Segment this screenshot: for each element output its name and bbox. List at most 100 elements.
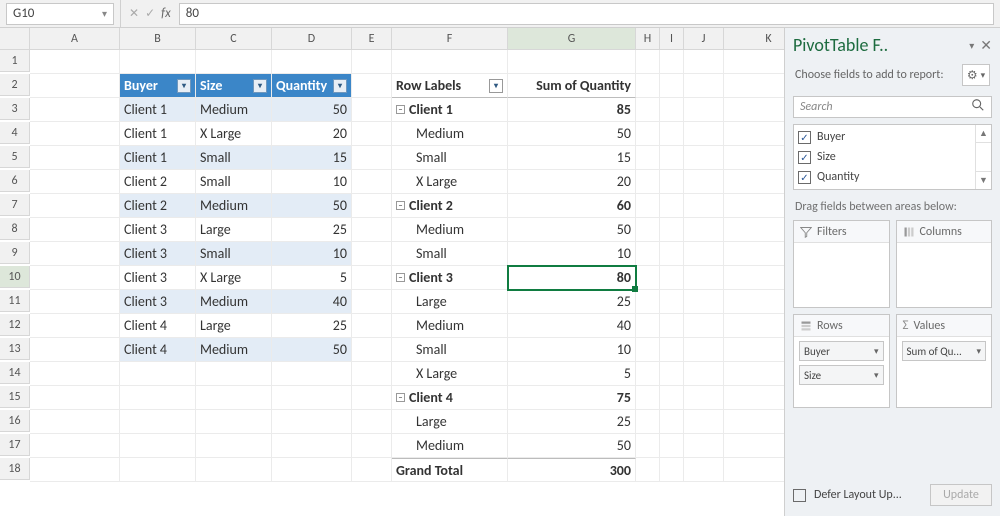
chevron-down-icon[interactable]: ▾ [874,346,879,357]
cell[interactable]: Client 3 [120,218,196,242]
cell[interactable] [272,50,352,74]
cell[interactable] [660,362,684,386]
cell[interactable]: 50 [508,122,636,146]
cell[interactable]: Buyer▾ [120,74,196,98]
cell[interactable] [660,242,684,266]
spreadsheet-grid[interactable]: ABCDEFGHIJKL12Buyer▾Size▾Quantity▾Row La… [0,28,784,516]
cell[interactable] [508,50,636,74]
cell[interactable] [352,314,392,338]
cell[interactable]: Medium [392,314,508,338]
cell[interactable] [30,122,120,146]
cell[interactable] [660,146,684,170]
cell[interactable]: −Client 3 [392,266,508,290]
cell[interactable]: 15 [508,146,636,170]
filter-dropdown-icon[interactable]: ▾ [177,79,191,93]
cell[interactable] [636,434,660,458]
cell[interactable]: −Client 1 [392,98,508,122]
column-header[interactable]: J [684,28,724,50]
cell[interactable] [196,410,272,434]
row-header[interactable]: 5 [0,146,30,168]
cell[interactable]: Medium [196,338,272,362]
cell[interactable]: 20 [508,170,636,194]
cell[interactable]: 50 [272,338,352,362]
cell[interactable]: Sum of Quantity [508,74,636,98]
cell[interactable]: X Large [196,266,272,290]
cell[interactable] [724,146,784,170]
cell[interactable] [660,50,684,74]
cell[interactable] [120,362,196,386]
cell[interactable] [196,362,272,386]
cell[interactable] [724,98,784,122]
cell[interactable]: Client 3 [120,242,196,266]
cell[interactable] [196,50,272,74]
cell[interactable] [30,170,120,194]
cell[interactable]: 50 [508,434,636,458]
cell[interactable]: Small [392,338,508,362]
panel-options-button[interactable]: ⚙ ▾ [962,64,990,86]
cell[interactable] [352,338,392,362]
column-header[interactable]: F [392,28,508,50]
fx-icon[interactable]: fx [161,6,171,21]
collapse-icon[interactable]: − [396,105,405,114]
cell[interactable] [352,194,392,218]
column-header[interactable]: E [352,28,392,50]
cell[interactable]: Medium [392,434,508,458]
column-header[interactable]: H [636,28,660,50]
cell[interactable]: X Large [392,362,508,386]
cell[interactable] [120,50,196,74]
cell[interactable]: X Large [392,170,508,194]
cell[interactable]: 10 [272,242,352,266]
row-header[interactable]: 6 [0,170,30,192]
row-header[interactable]: 14 [0,362,30,384]
cell[interactable] [272,410,352,434]
cell[interactable] [30,218,120,242]
area-values[interactable]: Σ Values Sum of Qu...▾ [896,314,993,408]
cell[interactable] [660,458,684,482]
cell[interactable] [724,362,784,386]
collapse-icon[interactable]: − [396,393,405,402]
area-rows[interactable]: Rows Buyer▾Size▾ [793,314,890,408]
cell[interactable] [724,242,784,266]
cell[interactable] [30,410,120,434]
cell[interactable] [636,362,660,386]
collapse-icon[interactable]: − [396,201,405,210]
cell[interactable]: Client 1 [120,122,196,146]
area-filters[interactable]: Filters [793,220,890,308]
cell[interactable] [636,146,660,170]
cell[interactable]: Medium [196,290,272,314]
field-checkbox[interactable]: ✓ [798,171,811,184]
column-header[interactable]: B [120,28,196,50]
cell[interactable]: 50 [272,194,352,218]
cell[interactable] [30,314,120,338]
cell[interactable]: 10 [508,338,636,362]
row-header[interactable]: 18 [0,458,30,480]
cell[interactable]: Quantity▾ [272,74,352,98]
cell[interactable] [660,170,684,194]
cell[interactable]: Row Labels▾ [392,74,508,98]
cell[interactable]: Small [392,242,508,266]
field-pill[interactable]: Size▾ [799,365,884,385]
cell[interactable] [724,314,784,338]
cell[interactable] [724,194,784,218]
cell[interactable] [352,98,392,122]
cancel-icon[interactable]: ✕ [129,6,139,21]
name-box[interactable]: G10 ▾ [6,3,114,25]
row-header[interactable]: 11 [0,290,30,312]
cell[interactable] [684,290,724,314]
cell[interactable] [30,290,120,314]
cell[interactable]: 10 [508,242,636,266]
cell[interactable]: 15 [272,146,352,170]
cell[interactable] [636,122,660,146]
row-header[interactable]: 7 [0,194,30,216]
cell[interactable]: 300 [508,458,636,482]
field-list-scrollbar[interactable]: ▲ ▼ [975,125,991,189]
cell[interactable]: 40 [508,314,636,338]
cell[interactable] [660,410,684,434]
cell[interactable] [30,146,120,170]
cell[interactable] [684,74,724,98]
column-header[interactable]: C [196,28,272,50]
cell[interactable] [272,434,352,458]
cell[interactable]: 25 [508,290,636,314]
cell[interactable] [352,122,392,146]
cell[interactable] [120,386,196,410]
